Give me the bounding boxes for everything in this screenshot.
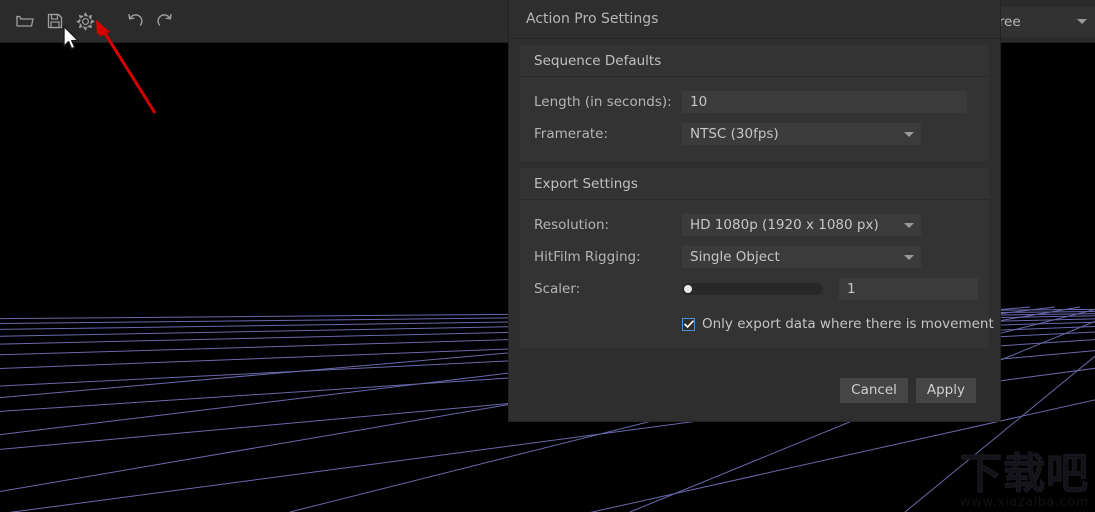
framerate-label: Framerate: — [534, 126, 609, 142]
hitfilm-rigging-select[interactable]: Single Object — [682, 246, 921, 268]
resolution-select-value: HD 1080p (1920 x 1080 px) — [690, 217, 879, 233]
length-row: Length (in seconds): 10 — [520, 89, 989, 115]
resolution-label: Resolution: — [534, 217, 610, 233]
length-label: Length (in seconds): — [534, 94, 672, 110]
framerate-select[interactable]: NTSC (30fps) — [682, 123, 921, 145]
folder-open-icon — [16, 13, 34, 29]
undo-icon — [126, 13, 144, 29]
dialog-title: Action Pro Settings — [526, 11, 659, 27]
scaler-value-input[interactable]: 1 — [839, 278, 978, 300]
chevron-down-icon — [1077, 19, 1087, 24]
open-project-button[interactable] — [10, 6, 40, 36]
sequence-defaults-header: Sequence Defaults — [520, 45, 989, 77]
hitfilm-rigging-select-value: Single Object — [690, 249, 780, 265]
action-pro-settings-dialog: Action Pro Settings Sequence Defaults Le… — [509, 0, 1000, 421]
chevron-down-icon — [904, 222, 914, 228]
resolution-row: Resolution: HD 1080p (1920 x 1080 px) — [520, 212, 989, 238]
sequence-defaults-panel: Sequence Defaults Length (in seconds): 1… — [520, 45, 989, 161]
export-settings-header: Export Settings — [520, 168, 989, 200]
dialog-titlebar: Action Pro Settings — [509, 0, 1000, 39]
check-icon — [683, 319, 694, 329]
framerate-select-value: NTSC (30fps) — [690, 126, 779, 142]
redo-icon — [156, 13, 174, 29]
scaler-label: Scaler: — [534, 281, 581, 297]
scaler-row: Scaler: 1 — [520, 276, 989, 302]
chevron-down-icon — [904, 131, 914, 137]
length-input[interactable]: 10 — [682, 91, 967, 113]
only-export-movement-row: Only export data where there is movement — [520, 314, 994, 334]
dialog-footer: Cancel Apply — [509, 359, 1000, 421]
sequence-defaults-body: Length (in seconds): 10 Framerate: NTSC … — [520, 77, 989, 161]
only-export-movement-checkbox[interactable] — [682, 317, 695, 331]
resolution-select[interactable]: HD 1080p (1920 x 1080 px) — [682, 214, 921, 236]
export-settings-header-label: Export Settings — [534, 175, 638, 192]
chevron-down-icon — [904, 254, 914, 260]
redo-button[interactable] — [150, 6, 180, 36]
cancel-button[interactable]: Cancel — [840, 377, 908, 403]
export-settings-panel: Export Settings Resolution: HD 1080p (19… — [520, 168, 994, 348]
toolbar-separator — [100, 21, 120, 22]
only-export-movement-label: Only export data where there is movement — [702, 316, 994, 332]
framerate-row: Framerate: NTSC (30fps) — [520, 121, 989, 147]
gear-icon — [75, 11, 95, 31]
apply-button[interactable]: Apply — [915, 377, 976, 403]
settings-button[interactable] — [70, 6, 100, 36]
application-root: 下载吧 www.xiazaiba.com Free Action Pro Set… — [0, 0, 1095, 512]
export-settings-body: Resolution: HD 1080p (1920 x 1080 px) Hi… — [520, 200, 994, 348]
toolbar-button-group — [0, 0, 180, 43]
save-project-button[interactable] — [40, 6, 70, 36]
scaler-slider[interactable] — [682, 283, 823, 295]
hitfilm-rigging-label: HitFilm Rigging: — [534, 249, 641, 265]
dialog-body: Sequence Defaults Length (in seconds): 1… — [509, 39, 1000, 359]
save-icon — [47, 13, 63, 29]
hitfilm-rigging-row: HitFilm Rigging: Single Object — [520, 244, 989, 270]
scaler-slider-thumb[interactable] — [684, 285, 692, 293]
undo-button[interactable] — [120, 6, 150, 36]
sequence-defaults-header-label: Sequence Defaults — [534, 52, 662, 69]
